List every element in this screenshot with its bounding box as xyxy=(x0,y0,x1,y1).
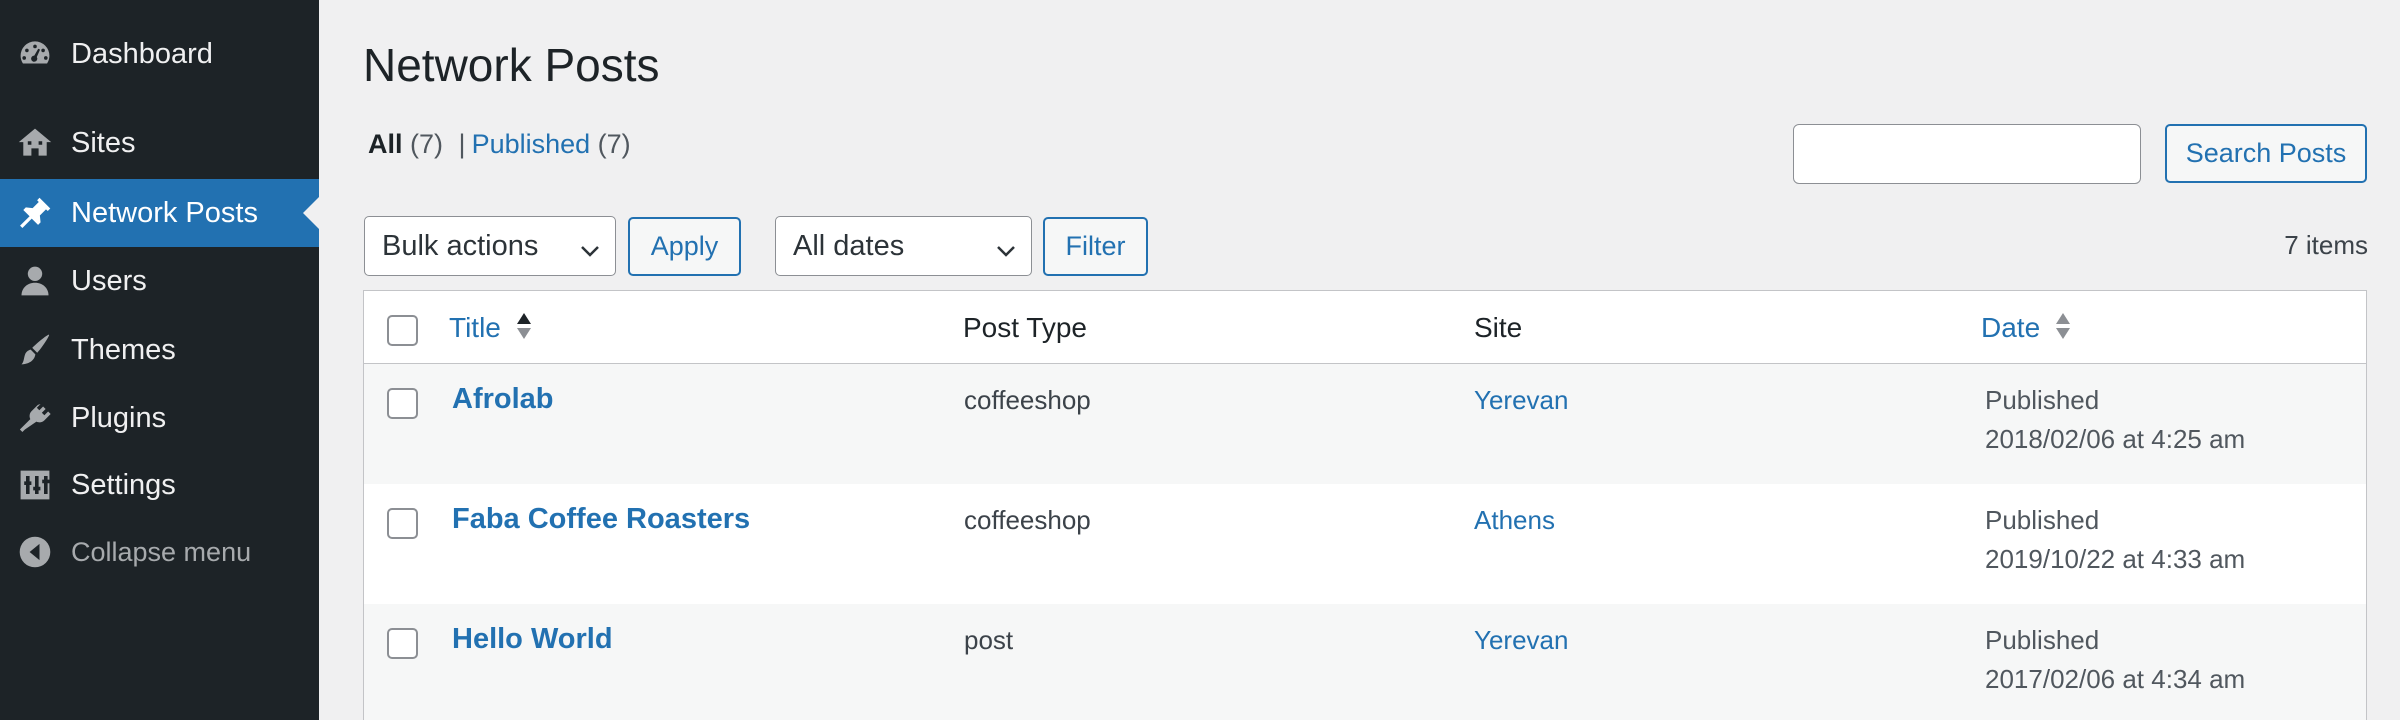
post-title-link[interactable]: Afrolab xyxy=(452,383,554,416)
table-row: Afrolab coffeeshop Yerevan Published 201… xyxy=(364,364,2366,484)
post-type: coffeeshop xyxy=(964,385,1091,415)
sidebar-item-label: Users xyxy=(71,264,147,297)
column-title-header[interactable]: Title xyxy=(449,312,501,344)
apply-button[interactable]: Apply xyxy=(628,217,741,276)
bulk-actions-select[interactable]: Bulk actions xyxy=(364,216,616,276)
sidebar-item-network-posts[interactable]: Network Posts xyxy=(0,179,319,247)
plugin-icon xyxy=(16,399,54,437)
sites-icon xyxy=(16,124,54,162)
sort-ascending-icon[interactable] xyxy=(515,310,533,342)
dashboard-icon xyxy=(16,35,54,73)
post-title-link[interactable]: Faba Coffee Roasters xyxy=(452,503,750,536)
chevron-down-icon xyxy=(995,236,1017,257)
sort-icon[interactable] xyxy=(2054,310,2072,342)
collapse-arrow-icon xyxy=(16,533,54,571)
post-date: 2019/10/22 at 4:33 am xyxy=(1985,544,2246,574)
settings-icon xyxy=(16,466,54,504)
sidebar-item-label: Themes xyxy=(71,333,176,366)
filter-all-link[interactable]: All xyxy=(368,129,403,159)
sidebar-item-settings[interactable]: Settings xyxy=(0,451,319,519)
page-title: Network Posts xyxy=(363,39,660,91)
post-status: Published xyxy=(1985,505,2100,535)
bulk-actions-value: Bulk actions xyxy=(382,229,539,262)
post-date: 2017/02/06 at 4:34 am xyxy=(1985,664,2246,694)
sidebar-item-label: Plugins xyxy=(71,401,167,434)
select-all-checkbox[interactable] xyxy=(387,315,418,346)
site-link[interactable]: Yerevan xyxy=(1474,625,1568,656)
post-type: coffeeshop xyxy=(964,505,1091,535)
post-status: Published xyxy=(1985,385,2100,415)
row-checkbox[interactable] xyxy=(387,628,418,659)
table-row: Hello World post Yerevan Published 2017/… xyxy=(364,604,2366,720)
filter-published-link[interactable]: Published xyxy=(472,129,591,159)
pin-icon xyxy=(16,194,54,232)
sidebar-item-users[interactable]: Users xyxy=(0,247,319,315)
post-status: Published xyxy=(1985,625,2100,655)
search-posts-button[interactable]: Search Posts xyxy=(2165,124,2367,183)
brush-icon xyxy=(16,331,54,369)
column-date-header[interactable]: Date xyxy=(1981,312,2040,344)
search-input[interactable] xyxy=(1793,124,2141,184)
filter-published-count: (7) xyxy=(597,129,631,159)
column-site-header: Site xyxy=(1474,312,1523,343)
posts-table: Title Post Type Site Date Afrolab coffee… xyxy=(363,290,2367,720)
sidebar-item-themes[interactable]: Themes xyxy=(0,316,319,384)
sidebar-item-plugins[interactable]: Plugins xyxy=(0,384,319,452)
user-icon xyxy=(16,262,54,300)
filter-button[interactable]: Filter xyxy=(1043,217,1148,276)
post-status-filters: All (7) | Published (7) xyxy=(368,129,631,160)
filter-all-count: (7) xyxy=(410,129,444,159)
table-row: Faba Coffee Roasters coffeeshop Athens P… xyxy=(364,484,2366,604)
collapse-menu-button[interactable]: Collapse menu xyxy=(0,518,319,586)
sidebar-item-dashboard[interactable]: Dashboard xyxy=(0,20,319,88)
post-title-link[interactable]: Hello World xyxy=(452,623,613,656)
sidebar-item-sites[interactable]: Sites xyxy=(0,109,319,177)
items-count: 7 items xyxy=(2284,230,2368,260)
filter-separator: | xyxy=(458,129,466,159)
sidebar-item-label: Sites xyxy=(71,126,136,159)
site-link[interactable]: Yerevan xyxy=(1474,385,1568,416)
sidebar-item-label: Dashboard xyxy=(71,37,213,70)
chevron-down-icon xyxy=(579,236,601,257)
dates-value: All dates xyxy=(793,229,905,262)
site-link[interactable]: Athens xyxy=(1474,505,1555,536)
table-header: Title Post Type Site Date xyxy=(364,291,2366,364)
collapse-menu-label: Collapse menu xyxy=(71,536,252,567)
sidebar-item-label: Settings xyxy=(71,468,176,501)
column-post-type-header: Post Type xyxy=(963,312,1088,343)
admin-sidebar: Dashboard Sites Network Posts Users Them… xyxy=(0,0,319,720)
post-type: post xyxy=(964,625,1014,655)
dates-select[interactable]: All dates xyxy=(775,216,1032,276)
post-date: 2018/02/06 at 4:25 am xyxy=(1985,424,2246,454)
row-checkbox[interactable] xyxy=(387,388,418,419)
row-checkbox[interactable] xyxy=(387,508,418,539)
sidebar-item-label: Network Posts xyxy=(71,196,258,229)
